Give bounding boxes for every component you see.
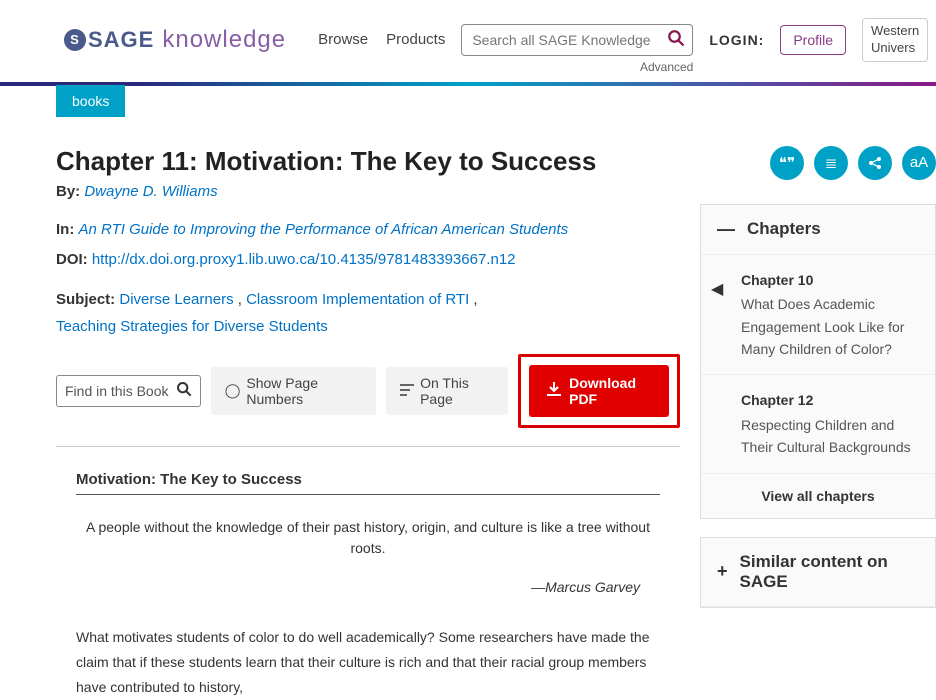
profile-button[interactable]: Profile <box>780 25 846 55</box>
body-paragraph: What motivates students of color to do w… <box>76 625 660 700</box>
prev-arrow-icon: ◀ <box>711 277 723 303</box>
subject-row: Subject: Diverse Learners , Classroom Im… <box>56 286 680 340</box>
university-line2: Univers <box>871 40 919 57</box>
in-row: In: An RTI Guide to Improving the Perfor… <box>56 218 680 242</box>
similar-title: Similar content on SAGE <box>740 552 919 592</box>
prev-chapter[interactable]: ◀ Chapter 10 What Does Academic Engageme… <box>701 255 935 376</box>
logo[interactable]: SSAGE knowledge <box>64 26 286 54</box>
expand-icon: + <box>717 561 728 582</box>
logo-mark-icon: S <box>64 29 86 51</box>
subject-label: Subject: <box>56 291 115 308</box>
subject-link-c[interactable]: Teaching Strategies for Diverse Students <box>56 318 328 335</box>
next-chapter-label: Chapter 12 <box>741 389 919 411</box>
page-title: Chapter 11: Motivation: The Key to Succe… <box>56 146 680 177</box>
find-placeholder: Find in this Book <box>65 383 169 399</box>
sidebar: ❝❞ ≣ aA — Chapters ◀ Chapter 10 What Doe… <box>700 86 936 700</box>
author-link[interactable]: Dwayne D. Williams <box>84 183 217 200</box>
chapters-header[interactable]: — Chapters <box>701 205 935 255</box>
download-pdf-button[interactable]: Download PDF <box>529 365 669 417</box>
advanced-link[interactable]: Advanced <box>640 60 693 74</box>
university-line1: Western <box>871 23 919 40</box>
next-chapter-title: Respecting Children and Their Cultural B… <box>741 414 919 459</box>
view-all-chapters[interactable]: View all chapters <box>701 474 935 518</box>
search-icon[interactable] <box>667 29 685 52</box>
prev-chapter-title: What Does Academic Engagement Look Like … <box>741 293 919 360</box>
epigraph-quote: A people without the knowledge of their … <box>76 517 660 559</box>
font-size-button[interactable]: aA <box>902 146 936 180</box>
list-icon <box>400 383 414 399</box>
search-wrap: Advanced <box>461 24 693 56</box>
on-page-label: On This Page <box>420 375 494 407</box>
find-search-icon <box>176 381 192 400</box>
prev-chapter-label: Chapter 10 <box>741 269 919 291</box>
on-this-page-button[interactable]: On This Page <box>386 367 508 415</box>
logo-product: knowledge <box>162 26 286 54</box>
show-page-numbers-button[interactable]: ◯ Show Page Numbers <box>211 367 376 415</box>
show-pages-label: Show Page Numbers <box>246 375 362 407</box>
subject-link-a[interactable]: Diverse Learners <box>119 291 233 308</box>
next-chapter[interactable]: Chapter 12 Respecting Children and Their… <box>701 375 935 473</box>
collapse-icon: — <box>717 219 735 240</box>
chapters-title: Chapters <box>747 219 821 239</box>
toggle-icon: ◯ <box>225 382 241 399</box>
download-highlight-box: Download PDF <box>518 354 680 428</box>
top-nav: Browse Products <box>318 31 445 48</box>
university-badge[interactable]: Western Univers <box>862 18 928 62</box>
main-content: books Chapter 11: Motivation: The Key to… <box>56 86 680 700</box>
by-label: By: <box>56 183 80 200</box>
logo-brand: SSAGE <box>64 27 154 53</box>
action-circles: ❝❞ ≣ aA <box>700 146 936 180</box>
download-label: Download PDF <box>569 375 651 407</box>
search-input[interactable] <box>461 24 693 56</box>
tools-row: Find in this Book ◯ Show Page Numbers On… <box>56 354 680 447</box>
find-in-book-input[interactable]: Find in this Book <box>56 375 201 407</box>
doi-label: DOI: <box>56 251 88 268</box>
subject-link-b[interactable]: Classroom Implementation of RTI <box>246 291 469 308</box>
epigraph-attribution: —Marcus Garvey <box>76 579 660 595</box>
nav-products[interactable]: Products <box>386 31 445 48</box>
nav-browse[interactable]: Browse <box>318 31 368 48</box>
similar-panel: + Similar content on SAGE <box>700 537 936 608</box>
content-type-tag[interactable]: books <box>56 85 125 117</box>
chapters-panel: — Chapters ◀ Chapter 10 What Does Academ… <box>700 204 936 519</box>
add-list-button[interactable]: ≣ <box>814 146 848 180</box>
doi-row: DOI: http://dx.doi.org.proxy1.lib.uwo.ca… <box>56 248 680 272</box>
article-body: Motivation: The Key to Success A people … <box>56 447 680 700</box>
download-icon <box>547 382 561 399</box>
login-label: LOGIN: <box>709 32 764 48</box>
cite-button[interactable]: ❝❞ <box>770 146 804 180</box>
byline: By: Dwayne D. Williams <box>56 183 680 200</box>
article-heading: Motivation: The Key to Success <box>76 471 660 495</box>
top-bar: SSAGE knowledge Browse Products Advanced… <box>0 0 936 70</box>
doi-link[interactable]: http://dx.doi.org.proxy1.lib.uwo.ca/10.4… <box>92 251 516 268</box>
in-title-link[interactable]: An RTI Guide to Improving the Performanc… <box>79 221 569 238</box>
similar-header[interactable]: + Similar content on SAGE <box>701 538 935 607</box>
share-button[interactable] <box>858 146 892 180</box>
in-label: In: <box>56 221 74 238</box>
